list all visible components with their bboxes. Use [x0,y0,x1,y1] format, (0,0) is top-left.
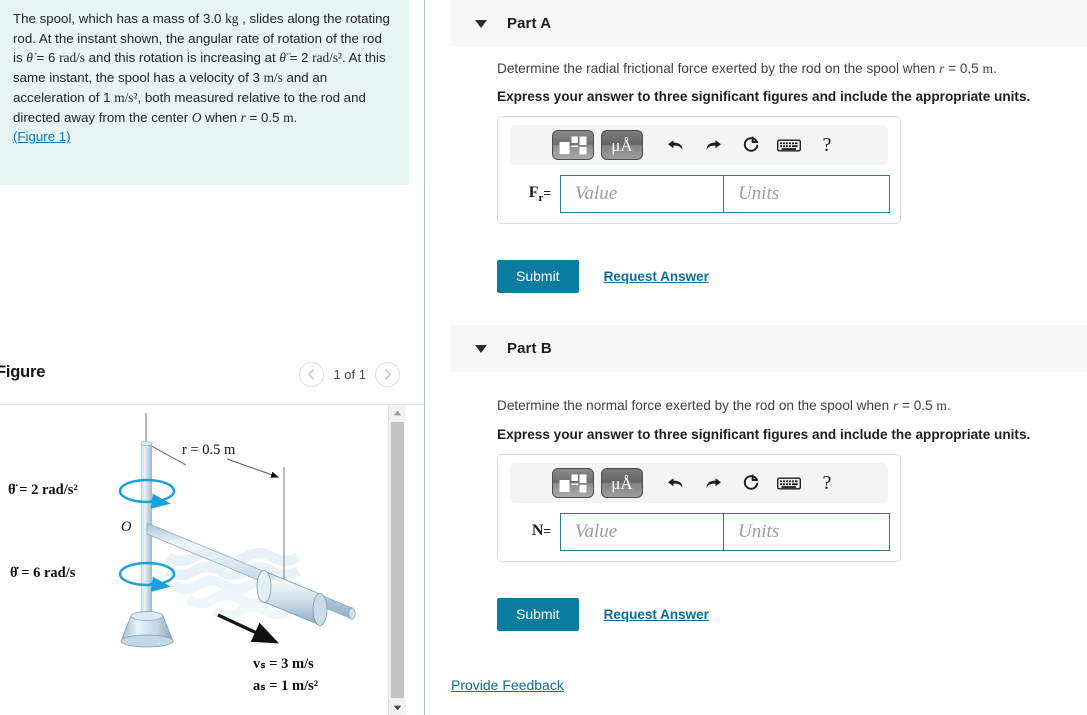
part-a-units-placeholder: Units [738,183,780,204]
figure-pager: 1 of 1 [299,362,400,387]
figure-next-button[interactable] [375,362,400,387]
figure-panel-body: r = 0.5 m θ̈ = 2 rad/s² θ̇ = 6 rad/s O v… [0,404,424,715]
part-b-toolbar: μÅ ? [510,463,888,503]
scroll-down-arrow-icon[interactable] [389,700,406,715]
figure-label-r: r = 0.5 m [182,442,236,458]
figure-panel-header: Figure 1 of 1 [0,362,424,403]
help-icon-label: ? [822,471,832,494]
velocity-direction-arrow [217,613,279,644]
part-b-units-input[interactable]: Units [724,513,890,551]
problem-statement: The spool, which has a mass of 3.0 kg , … [0,0,409,185]
figure-label-vs: vₛ = 3 m/s [253,656,314,672]
part-a-variable-label: Fr= [510,184,560,204]
part-b-actions: Submit Request Answer [497,598,709,631]
chevron-right-icon [384,368,392,381]
right-panel: Part A Determine the radial frictional f… [425,0,1087,715]
part-a-header[interactable]: Part A [451,0,1087,47]
undo-icon[interactable] [656,130,694,160]
figure-prev-button[interactable] [299,362,325,387]
help-icon[interactable]: ? [808,468,846,498]
part-a-submit-button[interactable]: Submit [497,260,579,293]
figure-label-origin: O [121,519,132,535]
part-b-answer-box: μÅ ? N= Value Units [497,454,901,562]
undo-icon[interactable] [656,468,694,498]
part-a-entry-row: Fr= Value Units [498,175,900,213]
part-a-units-input[interactable]: Units [724,175,890,213]
keyboard-icon[interactable] [770,468,808,498]
provide-feedback-link[interactable]: Provide Feedback [451,677,564,693]
part-b-variable-label: N= [510,522,560,542]
part-b-request-answer-link[interactable]: Request Answer [604,607,709,622]
scrollbar-thumb[interactable] [391,422,404,698]
template-layout-icon[interactable] [552,468,594,498]
part-b-value-placeholder: Value [575,521,618,542]
part-b-label: Part B [507,340,552,357]
mastering-physics-page: The spool, which has a mass of 3.0 kg , … [0,0,1087,715]
figure-scrollbar[interactable] [388,405,406,715]
keyboard-icon[interactable] [770,130,808,160]
part-b-instruction: Express your answer to three significant… [497,427,1031,442]
help-icon-label: ? [822,133,832,156]
part-b-variable-symbol: N [531,521,544,539]
part-a-variable-symbol: F [528,183,539,201]
figure-counter: 1 of 1 [333,367,366,382]
template-layout-icon[interactable] [552,130,594,160]
redo-icon[interactable] [694,130,732,160]
part-a-actions: Submit Request Answer [497,260,709,293]
units-mu-angstrom-label: μÅ [611,473,633,493]
figure-diagram: r = 0.5 m θ̈ = 2 rad/s² θ̇ = 6 rad/s O v… [0,405,388,715]
help-icon[interactable]: ? [808,130,846,160]
figure-panel-title: Figure [0,363,46,381]
part-b-header[interactable]: Part B [451,325,1087,372]
caret-down-icon[interactable] [475,344,487,353]
part-a-instruction: Express your answer to three significant… [497,89,1031,104]
units-mu-angstrom-icon[interactable]: μÅ [601,130,643,160]
part-a-label: Part A [507,15,552,32]
chevron-left-icon [308,368,315,381]
reset-icon[interactable] [732,130,770,160]
units-mu-angstrom-icon[interactable]: μÅ [601,468,643,498]
part-a-prompt: Determine the radial frictional force ex… [497,61,997,76]
part-b-submit-button[interactable]: Submit [497,598,579,631]
part-a-request-answer-link[interactable]: Request Answer [604,269,709,284]
part-a-toolbar: μÅ ? [510,125,888,165]
spool-on-rotating-rod-diagram: r = 0.5 m θ̈ = 2 rad/s² θ̇ = 6 rad/s O v… [8,413,356,694]
figure-label-alpha: θ̈ = 2 rad/s² [8,482,78,498]
part-b-entry-row: N= Value Units [498,513,900,551]
caret-down-icon[interactable] [475,19,487,28]
part-b-prompt: Determine the normal force exerted by th… [497,398,951,413]
figure-label-omega: θ̇ = 6 rad/s [10,565,76,581]
part-a-answer-box: μÅ ? Fr= Value Units [497,116,901,224]
reset-icon[interactable] [732,468,770,498]
part-b-value-input[interactable]: Value [560,513,724,551]
part-b-units-placeholder: Units [738,521,780,542]
left-panel: The spool, which has a mass of 3.0 kg , … [0,0,424,715]
figure-1-link[interactable]: (Figure 1) [13,129,71,144]
problem-statement-text: The spool, which has a mass of 3.0 kg , … [13,11,390,125]
part-a-value-placeholder: Value [575,183,618,204]
redo-icon[interactable] [694,468,732,498]
scroll-up-arrow-icon[interactable] [389,405,406,421]
figure-label-as: aₛ = 1 m/s² [253,678,318,694]
part-a-value-input[interactable]: Value [560,175,724,213]
units-mu-angstrom-label: μÅ [611,135,633,155]
part-a-equals: = [543,184,551,200]
part-b-equals: = [543,522,551,538]
